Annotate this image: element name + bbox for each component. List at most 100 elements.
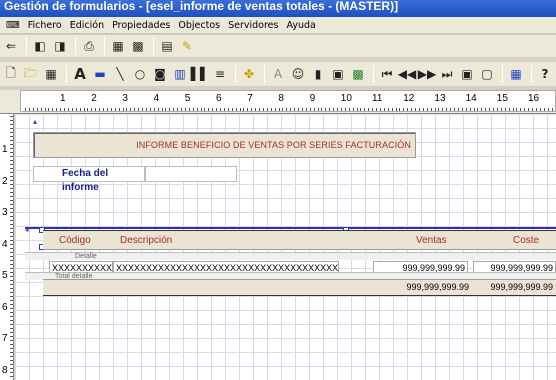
ruler-tick xyxy=(48,108,50,111)
open-icon[interactable]: 🗁 xyxy=(22,65,40,83)
ruler-tick xyxy=(368,108,370,111)
ruler-tick xyxy=(504,108,506,111)
ruler-tick xyxy=(223,108,225,111)
section-arrow-icon: ◂ xyxy=(25,227,29,234)
function-icon[interactable]: ✤ xyxy=(240,65,258,83)
ruler-tick xyxy=(454,108,455,111)
next-icon[interactable]: ▶▶ xyxy=(418,65,436,83)
layout-icon[interactable]: ▤ xyxy=(158,37,176,55)
text-icon[interactable]: A xyxy=(71,65,89,83)
vruler-tick xyxy=(10,260,13,261)
ruler-tick xyxy=(430,108,432,111)
header-descripcion[interactable]: Descripción xyxy=(120,235,172,246)
menu-edicion[interactable]: Edición xyxy=(66,20,108,31)
ruler-tick xyxy=(184,108,186,111)
vruler-tick xyxy=(10,356,13,357)
ellipse-icon[interactable]: ○ xyxy=(131,65,149,83)
memo-icon[interactable]: ≡ xyxy=(211,65,229,83)
window-title-bar[interactable]: Gestión de formularios - [esel_informe d… xyxy=(0,0,556,17)
save-icon[interactable]: ▦ xyxy=(42,65,60,83)
header-codigo[interactable]: Código xyxy=(59,235,91,246)
vruler-tick xyxy=(10,156,13,157)
vruler-tick xyxy=(10,360,13,361)
copy-icon[interactable]: ▣ xyxy=(329,65,347,83)
frame-icon[interactable]: ▢ xyxy=(478,65,496,83)
vruler-label: 8 xyxy=(2,364,8,376)
report-design-canvas[interactable]: ▴ INFORME BENEFICIO DE VENTAS POR SERIES… xyxy=(15,114,556,380)
rectangle-icon[interactable]: ▬ xyxy=(91,65,109,83)
ruler-tick xyxy=(516,108,518,111)
chart-icon[interactable]: ▥ xyxy=(171,65,189,83)
prev-icon[interactable]: ◀◀ xyxy=(398,65,416,83)
vruler-tick xyxy=(10,336,13,337)
column-header-row[interactable]: Código Descripción Ventas Coste xyxy=(43,230,556,250)
header-ventas[interactable]: Ventas xyxy=(416,235,447,246)
ruler-tick xyxy=(535,108,537,111)
new-icon[interactable]: 🗋 xyxy=(2,65,20,83)
total-ventas[interactable]: 999,999,999.99 xyxy=(379,282,471,293)
menu-fichero[interactable]: Fichero xyxy=(24,20,66,31)
menu-bar: ⌨ Fichero Edición Propiedades Objectos S… xyxy=(0,17,556,34)
ruler-tick xyxy=(32,108,34,111)
paste-icon[interactable]: ▩ xyxy=(349,65,367,83)
ruler-tick xyxy=(340,108,342,111)
menu-ayuda[interactable]: Ayuda xyxy=(282,20,319,31)
vruler-tick xyxy=(10,244,13,245)
menu-propiedades[interactable]: Propiedades xyxy=(108,20,174,31)
menu-app-icon[interactable]: ⌨ xyxy=(2,20,24,31)
vruler-tick xyxy=(10,164,13,165)
ruler-bar: 1 2 3 4 5 6 7 8 9 10 11 12 13 14 15 16 xyxy=(20,90,556,112)
vruler-tick xyxy=(10,316,13,317)
total-coste[interactable]: 999,999,999.99 xyxy=(475,282,555,293)
font-icon[interactable]: A xyxy=(269,65,287,83)
ruler-tick xyxy=(255,108,257,111)
report-icon[interactable]: ▦ xyxy=(507,65,525,83)
section-divider[interactable] xyxy=(25,227,556,229)
first-icon[interactable]: ⏮ xyxy=(378,65,396,83)
line-icon[interactable]: ╲ xyxy=(111,65,129,83)
image-icon[interactable]: ◙ xyxy=(151,65,169,83)
ruler-tick xyxy=(91,108,93,111)
first-record-icon[interactable]: ◧ xyxy=(31,37,49,55)
save-icon[interactable]: ▦ xyxy=(109,37,127,55)
ruler-tick xyxy=(364,108,366,111)
last-record-icon[interactable]: ◨ xyxy=(51,37,69,55)
vruler-tick xyxy=(10,284,13,285)
trash-icon[interactable]: ▮ xyxy=(309,65,327,83)
menu-objectos[interactable]: Objectos xyxy=(174,20,224,31)
toolbar-separator xyxy=(75,37,76,55)
header-coste[interactable]: Coste xyxy=(513,235,539,246)
view-icon[interactable]: ▣ xyxy=(458,65,476,83)
emoji-icon[interactable]: ☺ xyxy=(289,65,307,83)
ruler-tick xyxy=(418,108,420,111)
vruler-tick xyxy=(10,192,13,193)
menu-servidores[interactable]: Servidores xyxy=(224,20,282,31)
grid-icon[interactable]: ▩ xyxy=(129,37,147,55)
vruler-tick xyxy=(10,352,13,353)
fecha-value-box[interactable] xyxy=(145,166,237,182)
ruler-tick xyxy=(266,108,268,111)
app-icon[interactable]: ⇐ xyxy=(2,37,20,55)
vruler-tick xyxy=(10,208,13,209)
vruler-tick xyxy=(10,228,13,229)
pencil-icon[interactable]: ✎ xyxy=(178,37,196,55)
fecha-field[interactable]: Fecha del informe xyxy=(33,166,243,193)
print-icon[interactable]: ⎙ xyxy=(80,37,98,55)
last-icon[interactable]: ⏭ xyxy=(438,65,456,83)
report-title-box[interactable]: INFORME BENEFICIO DE VENTAS POR SERIES F… xyxy=(33,132,416,158)
help-icon[interactable]: ? xyxy=(536,65,554,83)
total-row[interactable]: 999,999,999.99 999,999,999.99 xyxy=(43,279,556,296)
vruler-tick xyxy=(10,292,13,293)
detail-band[interactable]: Detalle xyxy=(25,252,556,260)
ruler-tick xyxy=(496,108,498,111)
vruler-tick xyxy=(10,140,13,141)
ruler-tick xyxy=(145,108,147,111)
ruler-tick xyxy=(52,108,54,111)
ruler-tick xyxy=(500,108,502,111)
ruler-tick xyxy=(383,108,385,111)
ruler-tick xyxy=(457,108,459,111)
vruler-tick xyxy=(10,204,13,205)
vruler-tick xyxy=(10,212,13,213)
ruler-tick xyxy=(321,108,323,111)
barcode-icon[interactable]: ▌▌ xyxy=(191,65,209,83)
